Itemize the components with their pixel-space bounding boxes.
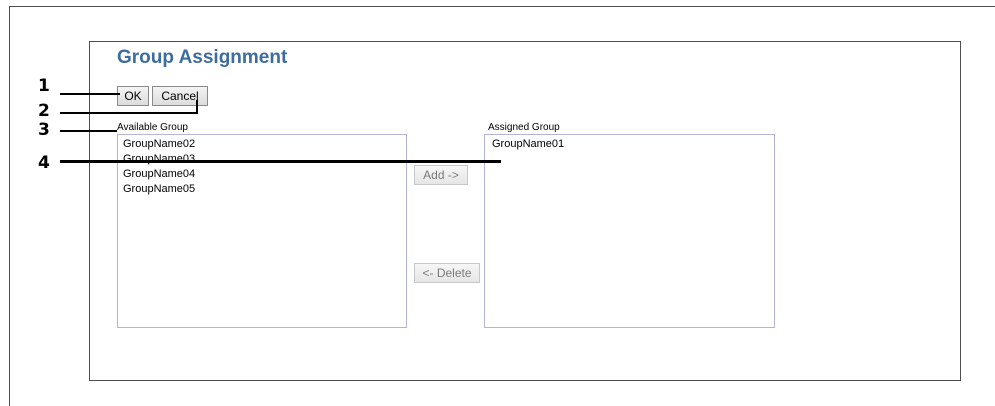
add-button[interactable]: Add ->	[414, 165, 468, 185]
available-group-listbox[interactable]: GroupName02 GroupName03 GroupName04 Grou…	[117, 134, 407, 328]
list-item[interactable]: GroupName04	[118, 167, 406, 182]
callout-line-3	[60, 130, 117, 132]
delete-button[interactable]: <- Delete	[414, 263, 480, 283]
callout-number-3: 3	[38, 120, 50, 140]
callout-number-2: 2	[38, 101, 50, 121]
callout-number-1: 1	[38, 76, 50, 96]
callout-line-2	[60, 112, 198, 114]
cancel-button[interactable]: Cancel	[152, 86, 208, 106]
list-item[interactable]: GroupName05	[118, 182, 406, 197]
ok-button[interactable]: OK	[117, 86, 149, 106]
page-title: Group Assignment	[117, 47, 288, 68]
available-group-label: Available Group	[117, 122, 188, 133]
callout-line-1	[60, 93, 120, 95]
callout-number-4: 4	[38, 153, 50, 173]
callout-line-2-leader	[196, 100, 198, 114]
assigned-group-listbox[interactable]: GroupName01	[484, 134, 775, 328]
list-item[interactable]: GroupName01	[485, 137, 774, 152]
callout-line-4	[60, 160, 501, 163]
list-item[interactable]: GroupName02	[118, 137, 406, 152]
assigned-group-label: Assigned Group	[488, 122, 560, 133]
